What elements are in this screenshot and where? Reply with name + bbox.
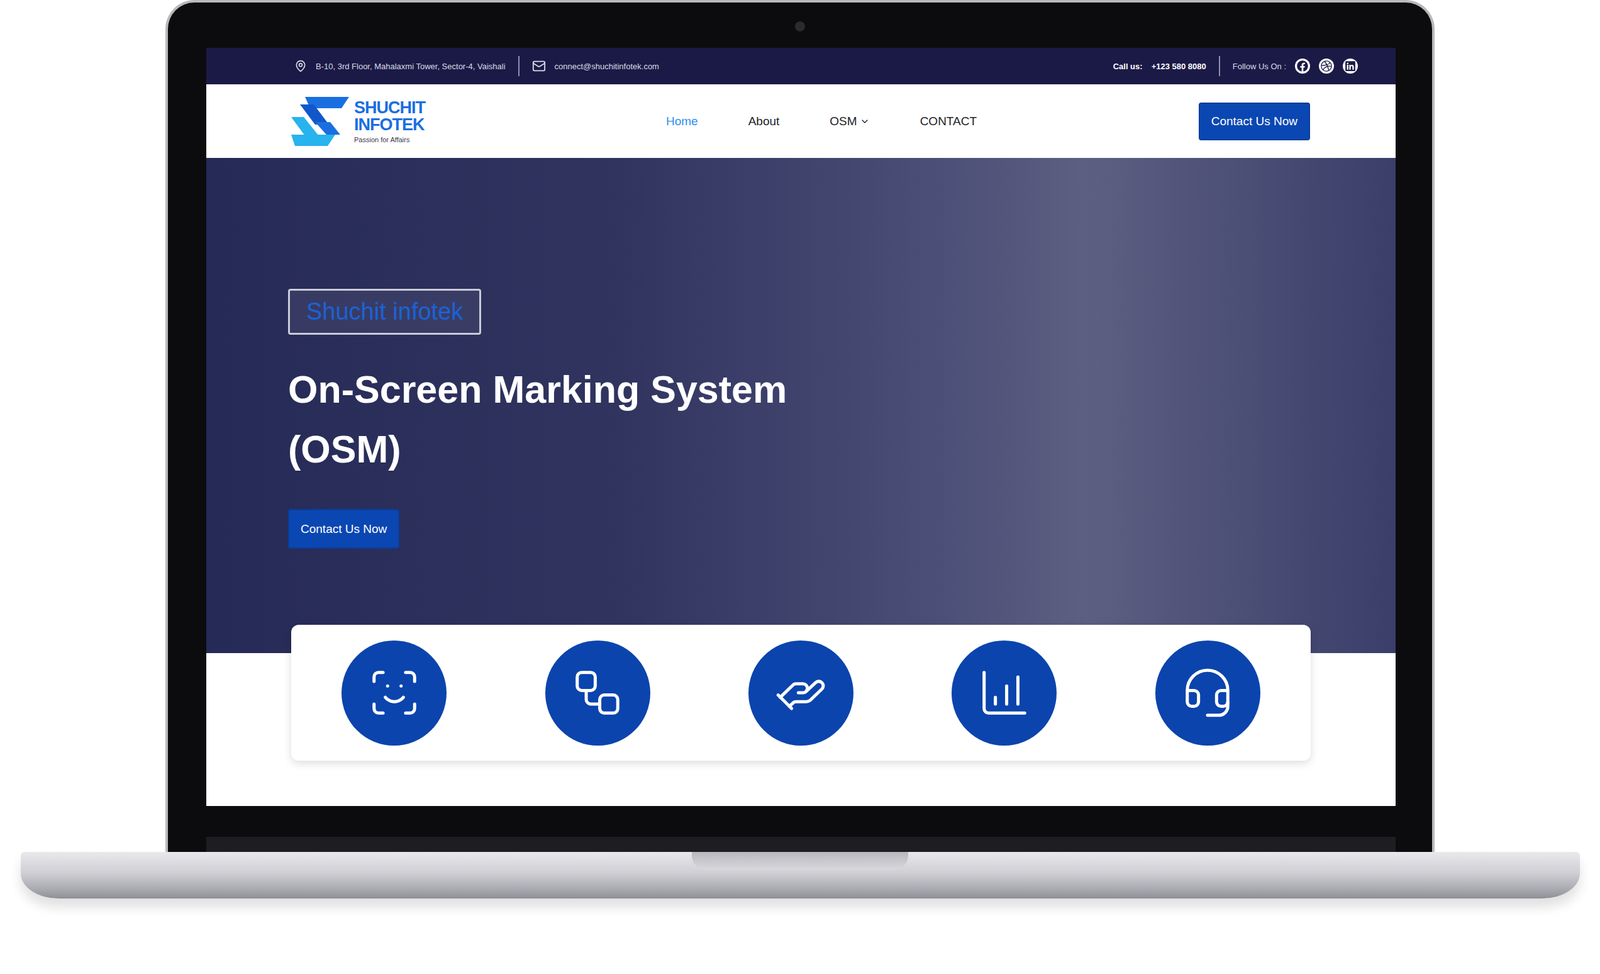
main-nav: Home About OSM CONTACT (666, 114, 1199, 129)
location-pin-icon (294, 59, 307, 73)
call-label: Call us: (1113, 61, 1143, 72)
base-notch (691, 851, 909, 870)
social-link[interactable] (1294, 58, 1311, 74)
hero-contact-button[interactable]: Contact Us Now (288, 508, 400, 549)
logo-mark-icon (291, 96, 350, 146)
laptop-base (20, 851, 1580, 899)
nav-item[interactable]: CONTACT (920, 114, 977, 129)
chin-band (206, 836, 1396, 852)
top-bar: B-10, 3rd Floor, Mahalaxmi Tower, Sector… (206, 47, 1396, 85)
feature-item[interactable] (495, 640, 699, 746)
feature-circle (748, 640, 854, 746)
phone[interactable]: +123 580 8080 (1151, 61, 1207, 72)
logo-line: INFOTEK (354, 116, 426, 134)
nav-item[interactable]: About (748, 114, 780, 129)
header: SHUCHITINFOTEK Passion for Affairs Home Abo… (206, 84, 1396, 158)
linkedin-icon (1344, 60, 1356, 72)
dribbble-icon (1320, 60, 1333, 72)
logo-text: SHUCHITINFOTEK Passion for Affairs (354, 99, 426, 144)
service-icon (773, 665, 828, 720)
separator (518, 55, 520, 77)
hero-badge: Shuchit infotek (288, 288, 482, 335)
camera-icon (794, 21, 806, 32)
scan-icon (367, 665, 422, 720)
chevron-down-icon (859, 116, 870, 127)
feature-item[interactable] (292, 640, 496, 746)
page: B-10, 3rd Floor, Mahalaxmi Tower, Sector… (0, 0, 1600, 974)
facebook-icon (1296, 60, 1309, 72)
contact-info: B-10, 3rd Floor, Mahalaxmi Tower, Sector… (294, 55, 660, 77)
laptop-screen: B-10, 3rd Floor, Mahalaxmi Tower, Sector… (206, 47, 1396, 806)
feature-circle (545, 640, 651, 746)
feature-circle (341, 640, 447, 746)
hero-photo: Shuchit infotek On-Screen Marking System … (206, 157, 1396, 653)
mail-icon (532, 59, 546, 73)
feature-item[interactable] (902, 640, 1106, 746)
logo-line: SHUCHIT (354, 99, 426, 117)
email[interactable]: connect@shuchitinfotek.com (554, 61, 660, 72)
separator (1218, 55, 1221, 77)
laptop-chin (206, 805, 1396, 852)
workflow-icon (570, 665, 625, 720)
feature-card (291, 624, 1311, 761)
growth-icon (977, 665, 1032, 720)
contact-button[interactable]: Contact Us Now (1198, 102, 1311, 141)
nav-item[interactable]: Home (666, 114, 699, 129)
logo[interactable]: SHUCHITINFOTEK Passion for Affairs (291, 96, 667, 146)
laptop-lid: B-10, 3rd Floor, Mahalaxmi Tower, Sector… (165, 0, 1435, 852)
feature-item[interactable] (699, 640, 903, 746)
feature-circle (1155, 640, 1261, 746)
logo-tagline: Passion for Affairs (354, 136, 426, 144)
social-link[interactable] (1318, 58, 1334, 74)
social-link[interactable] (1342, 58, 1358, 74)
follow-label: Follow Us On : (1232, 61, 1287, 72)
support-icon (1180, 665, 1235, 720)
nav-item[interactable]: OSM (829, 114, 870, 129)
hero-title: On-Screen Marking System (OSM) (288, 359, 867, 479)
feature-item[interactable] (1106, 640, 1310, 746)
feature-circle (951, 640, 1057, 746)
address: B-10, 3rd Floor, Mahalaxmi Tower, Sector… (315, 61, 506, 72)
call-follow: Call us: +123 580 8080 Follow Us On : (1113, 55, 1358, 77)
